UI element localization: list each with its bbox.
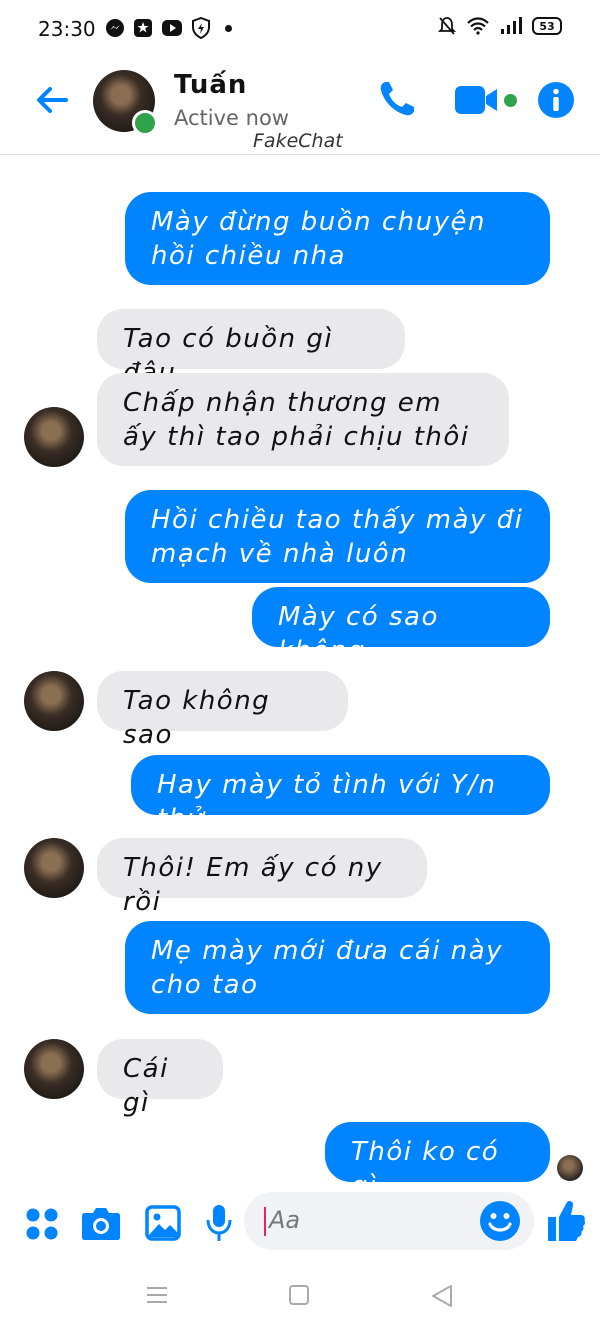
watermark: FakeChat — [253, 130, 343, 152]
message-bubble-sent[interactable]: Mày đừng buồn chuyện hồi chiều nha — [125, 192, 550, 285]
home-icon[interactable] — [288, 1284, 310, 1306]
phone-icon[interactable] — [376, 78, 418, 120]
text-cursor — [264, 1207, 266, 1236]
battery-indicator: 53 — [532, 17, 562, 35]
message-bubble-received[interactable]: Chấp nhận thương em ấy thì tao phải chịu… — [97, 373, 509, 466]
system-nav-bar — [0, 1262, 600, 1333]
message-bubble-sent[interactable]: Hồi chiều tao thấy mày đi mạch về nhà lu… — [125, 490, 550, 583]
message-bubble-received[interactable]: Cái gì — [97, 1039, 223, 1118]
back-arrow-icon[interactable] — [32, 80, 72, 120]
message-bubble-received[interactable]: Tao có buồn gì đâu — [97, 309, 405, 388]
message-bubble-sent[interactable]: Mẹ mày mới đưa cái này cho tao — [125, 921, 550, 1014]
status-bar: 23:30 53 — [0, 0, 600, 60]
contact-avatar-small — [24, 1039, 84, 1099]
message-composer: Aa — [0, 1185, 600, 1260]
chat-header: Tuấn Active now FakeChat — [0, 62, 600, 155]
message-input[interactable]: Aa — [244, 1192, 534, 1250]
camera-icon[interactable] — [81, 1205, 121, 1241]
contact-avatar-small — [24, 407, 84, 467]
contact-avatar-small — [24, 671, 84, 731]
message-bubble-received[interactable]: Tao không sao — [97, 671, 348, 750]
image-icon[interactable] — [145, 1205, 181, 1241]
video-active-dot — [504, 94, 517, 107]
emoji-icon[interactable] — [479, 1200, 521, 1242]
seen-avatar — [557, 1155, 583, 1181]
wifi-icon — [467, 17, 489, 35]
microphone-icon[interactable] — [206, 1204, 232, 1242]
status-time: 23:30 — [38, 17, 96, 41]
message-bubble-sent[interactable]: Hay mày tỏ tình với Y/n thử — [131, 755, 550, 834]
messenger-icon — [106, 19, 124, 37]
menu-icon[interactable] — [145, 1284, 169, 1306]
like-icon[interactable] — [546, 1199, 586, 1243]
message-placeholder: Aa — [269, 1206, 301, 1234]
youtube-icon — [162, 20, 182, 36]
message-bubble-received[interactable]: Thôi! Em ấy có ny rồi — [97, 838, 427, 917]
contact-avatar-small — [24, 838, 84, 898]
shield-icon — [192, 17, 210, 39]
video-call-icon[interactable] — [454, 84, 502, 116]
notification-dot — [225, 24, 232, 32]
active-status: Active now — [174, 106, 289, 130]
contact-name[interactable]: Tuấn — [174, 70, 247, 100]
signal-icon — [501, 17, 522, 34]
message-bubble-sent[interactable]: Thôi ko có gì — [325, 1122, 550, 1201]
mute-icon — [438, 17, 456, 35]
info-icon[interactable] — [537, 81, 575, 119]
online-indicator — [132, 110, 158, 136]
apps-icon[interactable] — [25, 1207, 59, 1241]
back-icon[interactable] — [430, 1284, 454, 1308]
message-bubble-sent[interactable]: Mày có sao không — [252, 587, 550, 666]
app-icon — [134, 19, 152, 37]
